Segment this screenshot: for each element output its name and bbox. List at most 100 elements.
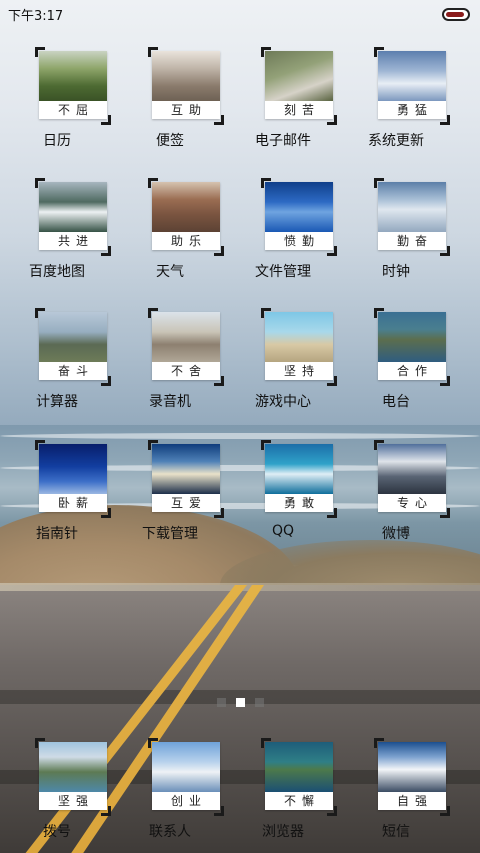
photo-frame: 不懈 bbox=[261, 738, 337, 816]
photo-card: 坚强 bbox=[39, 742, 107, 810]
app-icon[interactable]: 卧薪 指南针 bbox=[2, 440, 112, 560]
photo-frame: 互助 bbox=[148, 47, 224, 125]
app-label: 浏览器 bbox=[262, 824, 304, 840]
page-dot[interactable] bbox=[255, 698, 264, 707]
photo-card: 刻苦 bbox=[265, 51, 333, 119]
app-photo bbox=[39, 182, 107, 232]
photo-card: 自强 bbox=[378, 742, 446, 810]
photo-caption: 创业 bbox=[170, 794, 207, 808]
app-photo bbox=[152, 742, 220, 792]
app-label: 下载管理 bbox=[142, 526, 198, 542]
app-icon[interactable]: 互助 便签 bbox=[115, 47, 225, 167]
photo-card: 共进 bbox=[39, 182, 107, 250]
app-photo bbox=[378, 182, 446, 232]
photo-frame: 专心 bbox=[374, 440, 450, 518]
app-icon[interactable]: 不舍录音机 bbox=[115, 308, 225, 428]
app-label: 系统更新 bbox=[368, 133, 424, 149]
app-photo bbox=[378, 742, 446, 792]
app-label: 电子邮件 bbox=[255, 133, 311, 149]
app-label: 日历 bbox=[43, 133, 71, 149]
page-dot[interactable] bbox=[236, 698, 245, 707]
app-photo bbox=[265, 51, 333, 101]
photo-card: 卧薪 bbox=[39, 444, 107, 512]
app-label: 百度地图 bbox=[29, 264, 85, 280]
app-label: 录音机 bbox=[149, 394, 191, 410]
app-icon[interactable]: 奋斗 计算器 bbox=[2, 308, 112, 428]
photo-frame: 坚强 bbox=[35, 738, 111, 816]
app-photo bbox=[265, 312, 333, 362]
app-icon[interactable]: 坚持游戏中心 bbox=[228, 308, 338, 428]
app-icon[interactable]: 坚强拨号 bbox=[2, 738, 112, 853]
photo-frame: 不舍 bbox=[148, 308, 224, 386]
app-icon[interactable]: 勇敢 QQ bbox=[228, 440, 338, 560]
app-photo bbox=[265, 742, 333, 792]
app-label: 游戏中心 bbox=[255, 394, 311, 410]
app-label: 天气 bbox=[156, 264, 184, 280]
photo-card: 坚持 bbox=[265, 312, 333, 380]
app-photo bbox=[378, 444, 446, 494]
photo-caption: 助乐 bbox=[170, 234, 207, 248]
photo-caption: 愤勤 bbox=[283, 234, 320, 248]
photo-card: 勇敢 bbox=[265, 444, 333, 512]
photo-caption: 互助 bbox=[170, 103, 207, 117]
app-icon[interactable]: 专心微博 bbox=[341, 440, 451, 560]
photo-card: 不懈 bbox=[265, 742, 333, 810]
photo-card: 勇猛 bbox=[378, 51, 446, 119]
page-dot[interactable] bbox=[217, 698, 226, 707]
photo-card: 互助 bbox=[152, 51, 220, 119]
photo-caption: 勇敢 bbox=[283, 496, 320, 510]
battery-level bbox=[446, 12, 464, 17]
app-icon[interactable]: 创业 联系人 bbox=[115, 738, 225, 853]
app-icon[interactable]: 勇猛系统更新 bbox=[341, 47, 451, 167]
app-icon[interactable]: 愤勤文件管理 bbox=[228, 178, 338, 298]
app-label: 文件管理 bbox=[255, 264, 311, 280]
photo-caption: 坚强 bbox=[57, 794, 94, 808]
photo-caption: 卧薪 bbox=[57, 496, 94, 510]
app-icon[interactable]: 助乐天气 bbox=[115, 178, 225, 298]
status-bar: 下午3:17 bbox=[0, 0, 480, 28]
app-label: 拨号 bbox=[43, 824, 71, 840]
photo-caption: 专心 bbox=[396, 496, 433, 510]
photo-caption: 不舍 bbox=[170, 364, 207, 378]
app-icon[interactable]: 不懈浏览器 bbox=[228, 738, 338, 853]
photo-frame: 自强 bbox=[374, 738, 450, 816]
app-icon[interactable]: 不屈日历 bbox=[2, 47, 112, 167]
photo-caption: 不懈 bbox=[283, 794, 320, 808]
app-icon[interactable]: 合作 电台 bbox=[341, 308, 451, 428]
photo-frame: 卧薪 bbox=[35, 440, 111, 518]
photo-frame: 互爱 bbox=[148, 440, 224, 518]
app-icon[interactable]: 勤奋时钟 bbox=[341, 178, 451, 298]
app-icon[interactable]: 刻苦电子邮件 bbox=[228, 47, 338, 167]
app-photo bbox=[39, 312, 107, 362]
app-label: 微博 bbox=[382, 526, 410, 542]
photo-caption: 不屈 bbox=[57, 103, 94, 117]
app-photo bbox=[39, 742, 107, 792]
app-label: QQ bbox=[271, 523, 295, 539]
app-label: 时钟 bbox=[382, 264, 410, 280]
photo-frame: 合作 bbox=[374, 308, 450, 386]
app-photo bbox=[265, 182, 333, 232]
photo-caption: 共进 bbox=[57, 234, 94, 248]
photo-card: 奋斗 bbox=[39, 312, 107, 380]
photo-card: 专心 bbox=[378, 444, 446, 512]
photo-frame: 奋斗 bbox=[35, 308, 111, 386]
app-icon[interactable]: 自强 短信 bbox=[341, 738, 451, 853]
photo-card: 不屈 bbox=[39, 51, 107, 119]
app-photo bbox=[39, 51, 107, 101]
app-icon[interactable]: 互爱下载管理 bbox=[115, 440, 225, 560]
photo-caption: 合作 bbox=[396, 364, 433, 378]
photo-frame: 勤奋 bbox=[374, 178, 450, 256]
photo-frame: 助乐 bbox=[148, 178, 224, 256]
photo-card: 勤奋 bbox=[378, 182, 446, 250]
photo-frame: 不屈 bbox=[35, 47, 111, 125]
photo-frame: 勇敢 bbox=[261, 440, 337, 518]
app-photo bbox=[152, 312, 220, 362]
photo-caption: 坚持 bbox=[283, 364, 320, 378]
photo-caption: 奋斗 bbox=[57, 364, 94, 378]
photo-frame: 刻苦 bbox=[261, 47, 337, 125]
app-icon[interactable]: 共进百度地图 bbox=[2, 178, 112, 298]
photo-frame: 创业 bbox=[148, 738, 224, 816]
app-photo bbox=[39, 444, 107, 494]
photo-frame: 勇猛 bbox=[374, 47, 450, 125]
photo-caption: 勤奋 bbox=[396, 234, 433, 248]
